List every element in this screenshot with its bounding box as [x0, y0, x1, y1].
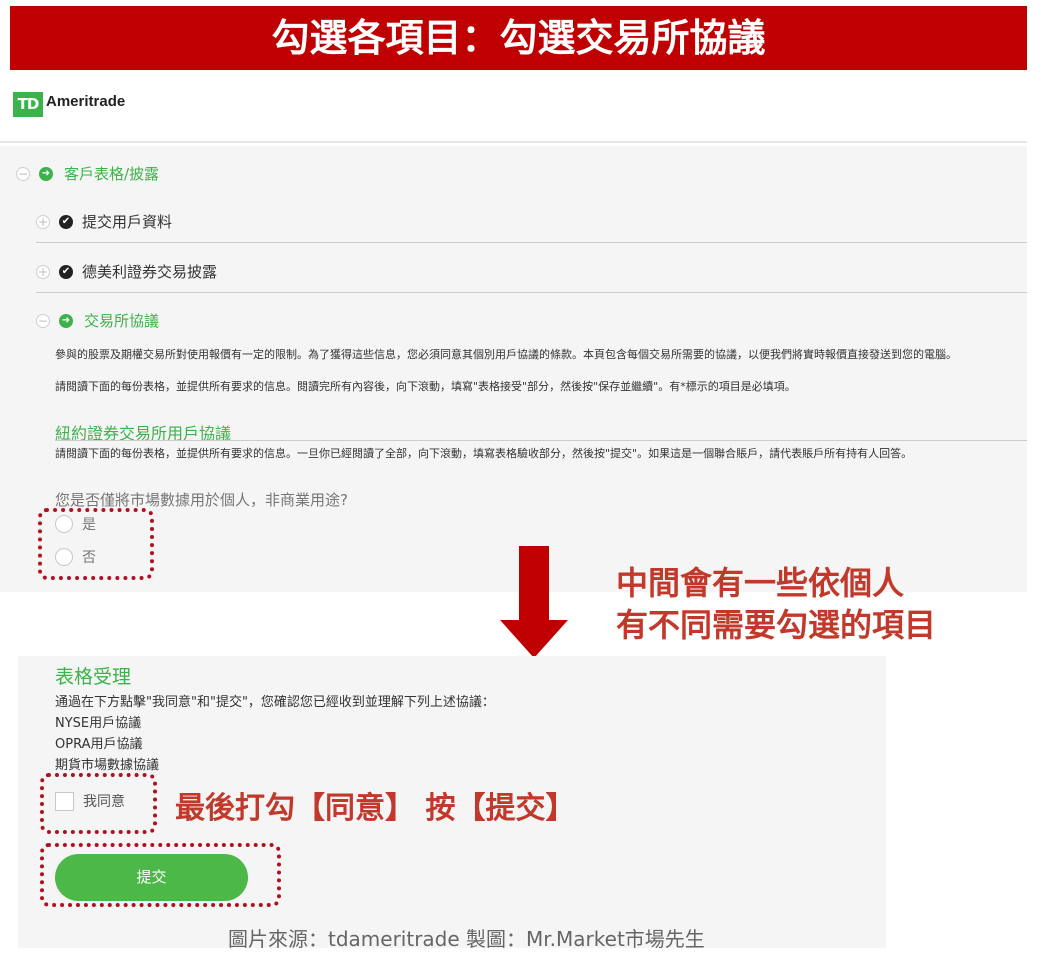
section-label: 提交用戶資料 [82, 213, 173, 231]
agreement-item: 期貨市場數據協議 [55, 758, 160, 773]
check-circle-icon: ✔ [59, 214, 73, 229]
agreement-item: OPRA用戶協議 [55, 737, 143, 752]
section-label: 德美利證券交易披露 [82, 263, 218, 281]
annotation-line-1: 中間會有一些依個人 [616, 564, 905, 602]
annotation-final: 最後打勾【同意】 按【提交】 [175, 791, 576, 826]
exchange-instructions-text: 請閱讀下面的每份表格，並提供所有要求的信息。閱讀完所有內容後，向下滾動，填寫"表… [55, 380, 796, 393]
personal-use-question: 您是否僅將市場數據用於個人，非商業用途? [55, 491, 348, 509]
logo-name: Ameritrade [46, 93, 126, 110]
expand-icon[interactable]: + [36, 214, 50, 229]
collapse-icon[interactable]: − [36, 313, 50, 328]
down-arrow-icon [519, 546, 549, 622]
divider [36, 292, 1027, 293]
highlight-box-agree [40, 773, 157, 834]
divider [55, 440, 1027, 441]
down-arrow-head-icon [500, 620, 568, 658]
highlight-box-radio [38, 508, 154, 580]
header-divider [0, 141, 1027, 143]
nyse-instructions-text: 請閱讀下面的每份表格，並提供所有要求的信息。一旦你已經閱讀了全部，向下滾動，填寫… [55, 447, 913, 460]
agreement-item: NYSE用戶協議 [55, 716, 142, 731]
arrow-right-icon: ➜ [59, 313, 73, 328]
acceptance-intro: 通過在下方點擊"我同意"和"提交"，您確認您已經收到並理解下列上述協議： [55, 695, 495, 710]
annotation-line-2: 有不同需要勾選的項目 [616, 606, 937, 644]
image-credit: 圖片來源：tdameritrade 製圖：Mr.Market市場先生 [228, 927, 705, 951]
expand-icon[interactable]: + [36, 264, 50, 279]
section-client-forms[interactable]: − ➜ 客戶表格/披露 [16, 163, 159, 184]
exchange-intro-text: 參與的股票及期權交易所對使用報價有一定的限制。為了獲得這些信息，您必須同意其個別… [55, 348, 957, 361]
section-label: 交易所協議 [84, 312, 160, 330]
annotation-note: 中間會有一些依個人 有不同需要勾選的項目 [616, 562, 936, 646]
arrow-right-icon: ➜ [39, 166, 53, 181]
page-banner-title: 勾選各項目：勾選交易所協議 [10, 6, 1027, 70]
section-label: 客戶表格/披露 [64, 165, 160, 183]
section-td-disclosure[interactable]: + ✔ 德美利證券交易披露 [36, 261, 217, 282]
section-submit-user-data[interactable]: + ✔ 提交用戶資料 [36, 211, 172, 232]
divider [36, 242, 1027, 243]
collapse-icon[interactable]: − [16, 166, 30, 181]
check-circle-icon: ✔ [59, 264, 73, 279]
td-logo-icon: TD [13, 92, 43, 117]
highlight-box-submit [40, 843, 281, 907]
section-exchange-agreements[interactable]: − ➜ 交易所協議 [36, 310, 159, 331]
acceptance-title: 表格受理 [55, 666, 132, 688]
